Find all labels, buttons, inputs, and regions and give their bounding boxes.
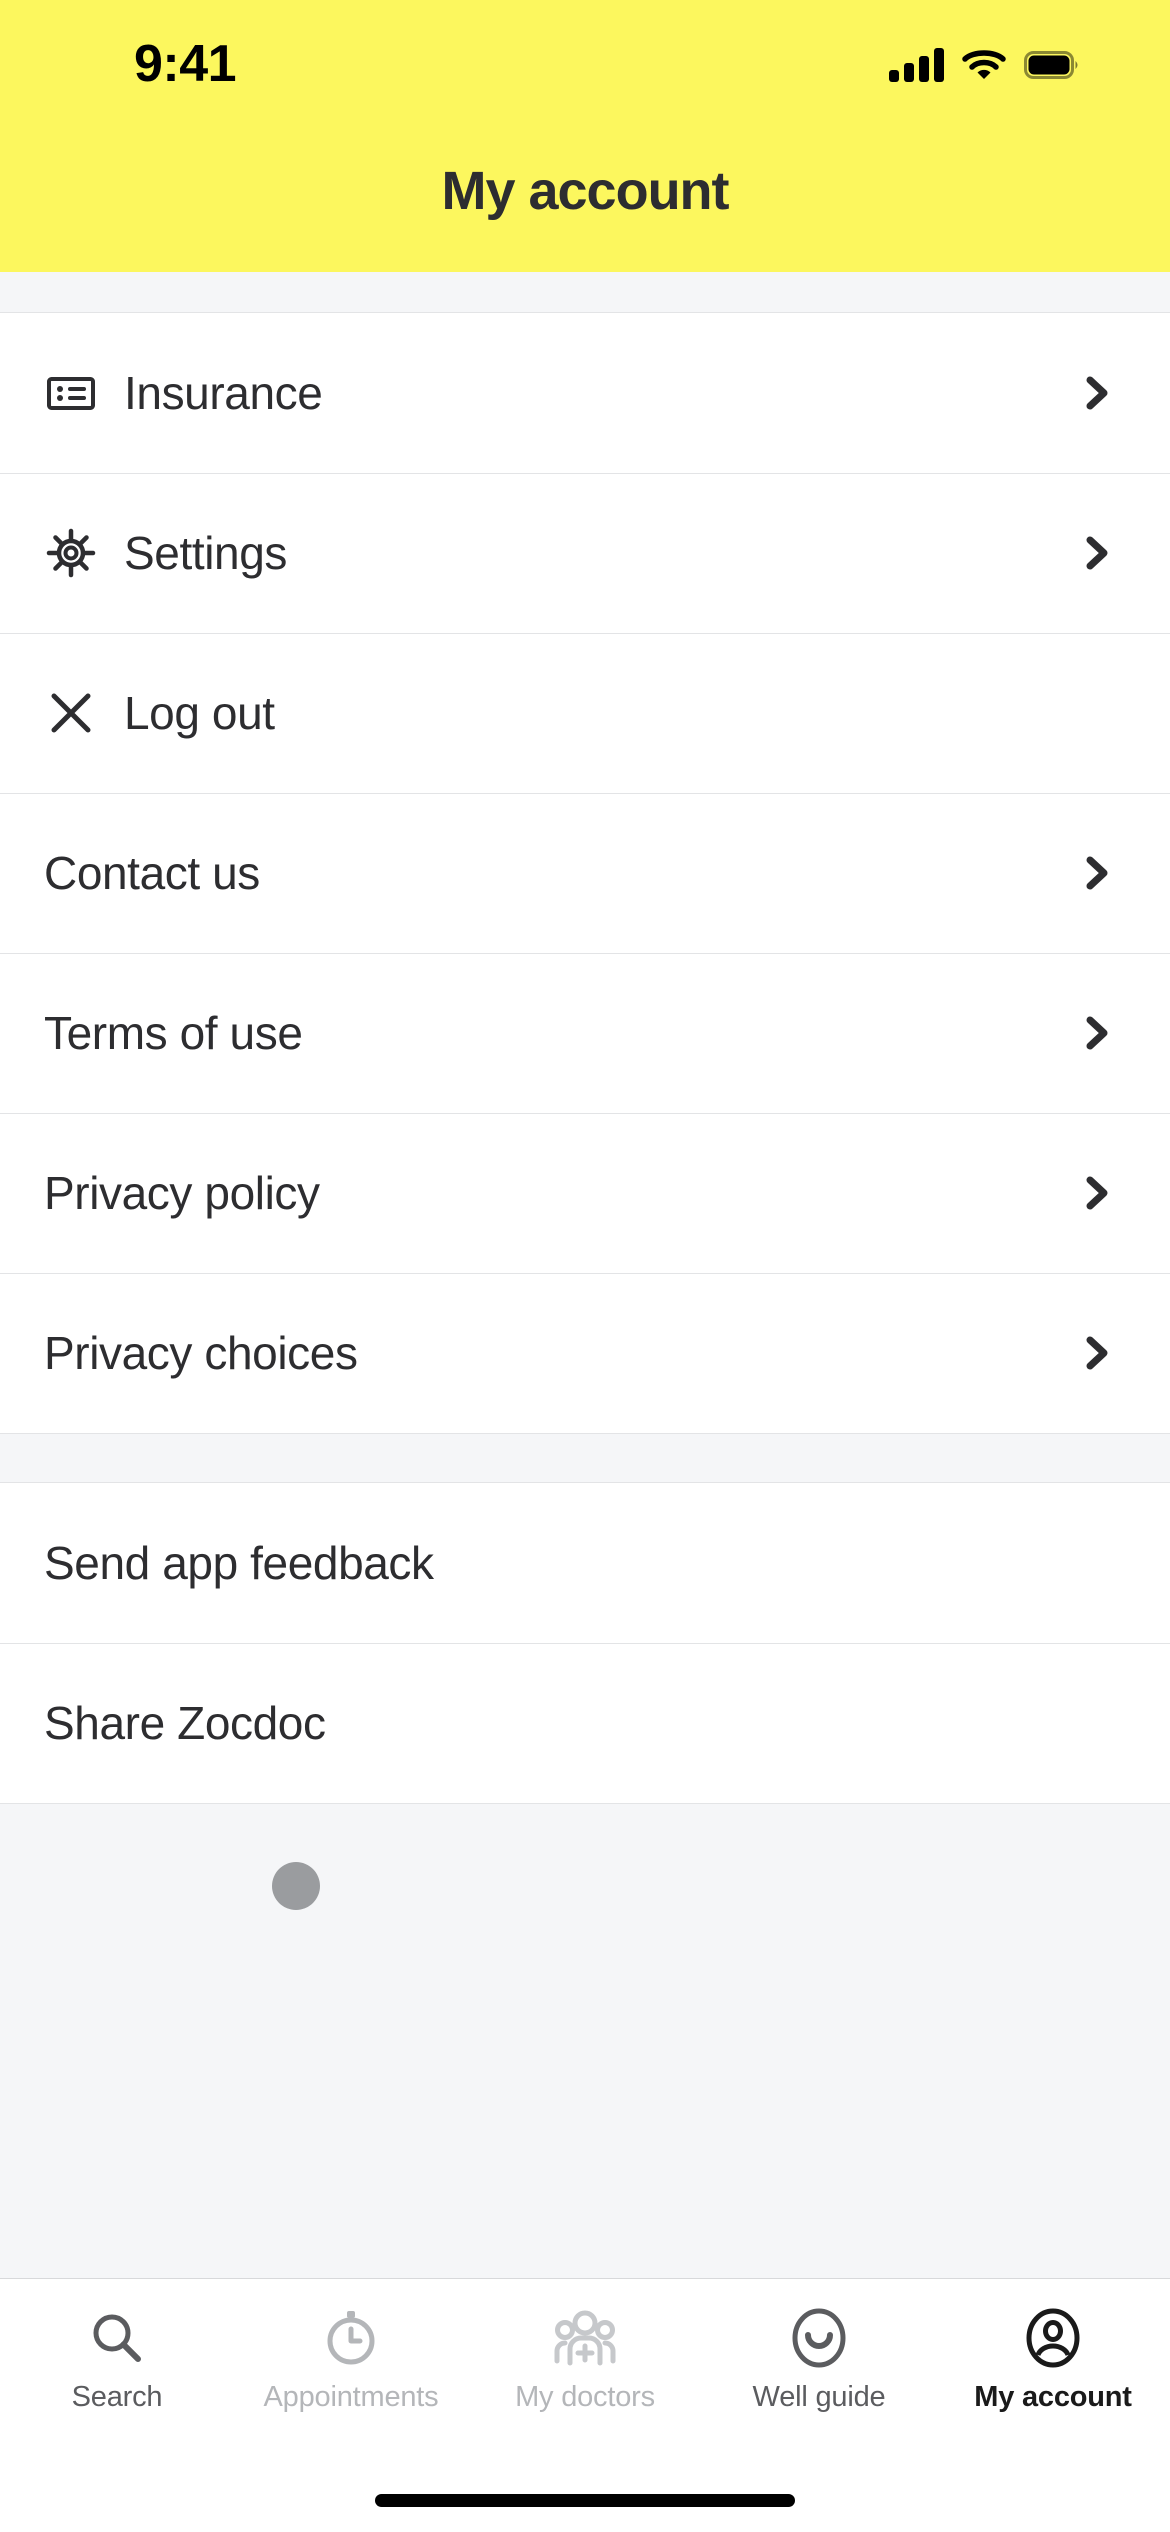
- insurance-card-icon: [44, 366, 98, 420]
- menu-item-label: Privacy policy: [44, 1167, 320, 1219]
- person-circle-icon: [1022, 2305, 1084, 2371]
- settings-list: Insurance Settings Log out Contact us Te…: [0, 272, 1170, 2278]
- tab-label: Search: [71, 2381, 163, 2413]
- menu-item-settings[interactable]: Settings: [0, 473, 1170, 633]
- stopwatch-icon: [320, 2305, 382, 2371]
- close-x-icon: [44, 686, 98, 740]
- menu-item-label: Log out: [124, 687, 275, 739]
- phone-screen: 9:41 My account Insurance Settings Log o…: [0, 0, 1170, 2532]
- status-bar: 9:41: [0, 0, 1170, 120]
- search-icon: [86, 2305, 148, 2371]
- doctors-group-icon: [552, 2305, 618, 2371]
- status-bar-clock: 9:41: [134, 35, 237, 93]
- cellular-signal-icon: [889, 48, 944, 82]
- app-header: 9:41 My account: [0, 0, 1170, 272]
- spacer-top: [0, 272, 1170, 312]
- menu-item-label: Send app feedback: [44, 1537, 434, 1589]
- menu-item-send-app-feedback[interactable]: Send app feedback: [0, 1483, 1170, 1643]
- chevron-right-icon: [1074, 850, 1120, 896]
- tab-label: My doctors: [515, 2381, 655, 2413]
- tab-search[interactable]: Search: [0, 2305, 234, 2414]
- menu-group-primary: Insurance Settings Log out Contact us Te…: [0, 312, 1170, 1434]
- menu-item-label: Terms of use: [44, 1007, 303, 1059]
- placeholder-area: [0, 1804, 1170, 2004]
- chevron-right-icon: [1074, 1330, 1120, 1376]
- chevron-right-icon: [1074, 1170, 1120, 1216]
- chevron-right-icon: [1074, 370, 1120, 416]
- menu-item-privacy-policy[interactable]: Privacy policy: [0, 1113, 1170, 1273]
- gear-icon: [44, 526, 98, 580]
- menu-item-label: Share Zocdoc: [44, 1697, 326, 1749]
- menu-item-share-zocdoc[interactable]: Share Zocdoc: [0, 1643, 1170, 1803]
- wifi-icon: [962, 48, 1006, 82]
- home-indicator-bar[interactable]: [375, 2493, 795, 2507]
- battery-full-icon: [1024, 51, 1080, 79]
- spacer-between-groups: [0, 1434, 1170, 1482]
- menu-item-insurance[interactable]: Insurance: [0, 313, 1170, 473]
- menu-item-privacy-choices[interactable]: Privacy choices: [0, 1273, 1170, 1433]
- menu-item-terms-of-use[interactable]: Terms of use: [0, 953, 1170, 1113]
- tab-label: Appointments: [263, 2381, 439, 2413]
- status-bar-icons: [889, 48, 1080, 82]
- menu-item-contact-us[interactable]: Contact us: [0, 793, 1170, 953]
- tab-my-account[interactable]: My account: [936, 2305, 1170, 2414]
- menu-group-secondary: Send app feedback Share Zocdoc: [0, 1482, 1170, 1804]
- tab-label: Well guide: [752, 2381, 886, 2413]
- chevron-right-icon: [1074, 530, 1120, 576]
- tab-appointments[interactable]: Appointments: [234, 2305, 468, 2414]
- smiley-circle-icon: [788, 2305, 850, 2371]
- chevron-right-icon: [1074, 1010, 1120, 1056]
- menu-item-label: Privacy choices: [44, 1327, 358, 1379]
- menu-item-label: Contact us: [44, 847, 260, 899]
- home-indicator-area: [0, 2464, 1170, 2532]
- menu-item-label: Settings: [124, 527, 288, 579]
- tab-well-guide[interactable]: Well guide: [702, 2305, 936, 2414]
- loading-dot: [272, 1862, 320, 1910]
- tab-label: My account: [974, 2381, 1132, 2413]
- menu-item-log-out[interactable]: Log out: [0, 633, 1170, 793]
- bottom-tab-bar: Search Appointments My doctors Well guid…: [0, 2278, 1170, 2464]
- menu-item-label: Insurance: [124, 367, 323, 419]
- page-title: My account: [441, 161, 729, 221]
- tab-my-doctors[interactable]: My doctors: [468, 2305, 702, 2414]
